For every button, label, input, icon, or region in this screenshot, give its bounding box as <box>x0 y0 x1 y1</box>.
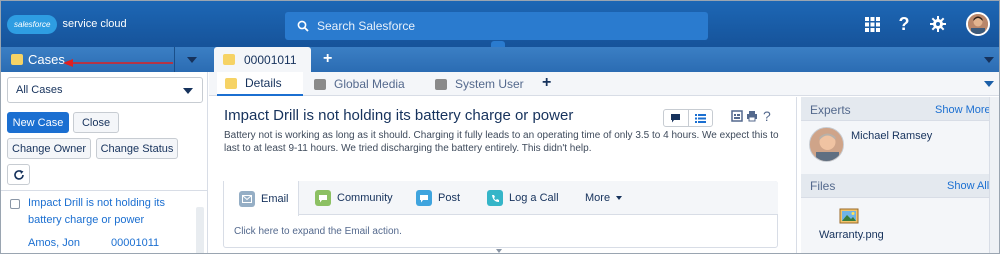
publisher-tab-label: Community <box>337 192 393 204</box>
case-number[interactable]: 00001011 <box>111 237 159 249</box>
publisher-tab-community[interactable]: Community <box>315 181 393 215</box>
subtab-label: System User <box>455 77 524 91</box>
chevron-down-icon <box>983 56 994 63</box>
cases-folder-icon <box>11 54 23 65</box>
publisher-tab-post[interactable]: Post <box>416 181 460 215</box>
expert-avatar[interactable] <box>809 127 844 162</box>
chat-bubble-icon <box>671 114 681 123</box>
case-owner[interactable]: Amos, Jon <box>28 237 80 249</box>
global-header: salesforce service cloud Search Salesfor… <box>1 1 999 47</box>
publisher-tab-label: Log a Call <box>509 192 559 204</box>
print-icon[interactable] <box>746 110 758 125</box>
resize-handle-icon[interactable] <box>496 249 502 253</box>
list-view-value: All Cases <box>16 84 63 96</box>
feed-view-button[interactable] <box>664 110 689 126</box>
experts-show-more-link[interactable]: Show More <box>935 104 991 116</box>
refresh-button[interactable] <box>7 164 30 185</box>
apps-grid-icon[interactable] <box>862 14 882 34</box>
list-scrollbar[interactable] <box>196 207 204 253</box>
help-icon[interactable]: ? <box>763 108 771 124</box>
search-icon <box>297 20 309 32</box>
chevron-down-icon <box>186 56 197 63</box>
post-icon <box>416 190 432 206</box>
subtab-label: Global Media <box>334 77 405 91</box>
publisher-expand-hint[interactable]: Click here to expand the Email action. <box>234 226 402 237</box>
subtab-label: Details <box>245 76 282 90</box>
case-title: Impact Drill is not holding its battery … <box>224 107 574 124</box>
publisher-tab-log-a-call[interactable]: Log a Call <box>487 181 559 215</box>
salesforce-logo[interactable]: salesforce service cloud <box>7 13 127 35</box>
layout-icon[interactable] <box>731 110 743 125</box>
refresh-icon <box>13 169 24 180</box>
phone-icon <box>487 190 503 206</box>
chevron-down-icon <box>983 81 994 87</box>
add-tab-plus-icon[interactable]: + <box>323 50 332 68</box>
email-icon <box>239 190 255 207</box>
close-button[interactable]: Close <box>73 112 119 133</box>
settings-gear-icon[interactable] <box>928 14 948 34</box>
tab-case-00001011[interactable]: 00001011 <box>214 47 311 72</box>
logo-text: service cloud <box>62 18 127 30</box>
image-file-icon[interactable] <box>838 207 860 228</box>
list-icon <box>694 113 706 123</box>
list-divider <box>1 190 208 191</box>
list-view-select[interactable]: All Cases <box>7 77 203 103</box>
logo-cloud: salesforce <box>7 14 58 34</box>
help-icon[interactable]: ? <box>894 14 914 34</box>
view-toggle-group <box>663 109 713 127</box>
detail-view-button[interactable] <box>689 110 713 126</box>
chevron-down-icon <box>183 88 193 94</box>
subtab-details[interactable]: Details <box>217 72 303 96</box>
experts-title: Experts <box>810 103 851 117</box>
publisher-tab-email[interactable]: Email <box>223 181 299 216</box>
case-list-title: Cases <box>28 52 65 67</box>
subtab-global-media[interactable]: Global Media <box>314 72 405 96</box>
tab-overflow-button[interactable] <box>978 47 999 72</box>
files-show-all-link[interactable]: Show All <box>947 180 989 192</box>
publisher-tab-label: More <box>585 192 611 204</box>
tab-label: 00001011 <box>244 52 297 67</box>
publisher-tab-label: Post <box>438 192 461 204</box>
community-icon <box>315 190 331 206</box>
user-icon <box>435 78 447 90</box>
chevron-down-icon <box>616 196 623 200</box>
media-icon <box>314 78 326 90</box>
global-search-input[interactable]: Search Salesforce <box>285 12 708 40</box>
red-arrow-annotation-icon <box>63 59 173 67</box>
case-list-header: Cases <box>1 47 208 72</box>
case-list-menu-button[interactable] <box>174 47 208 72</box>
right-scrollbar[interactable] <box>989 97 999 253</box>
case-subject-link[interactable]: Impact Drill is not holding its battery … <box>28 195 200 229</box>
user-avatar[interactable] <box>966 12 990 36</box>
case-tab-icon <box>223 54 235 65</box>
files-title: Files <box>810 179 836 193</box>
change-status-button[interactable]: Change Status <box>96 138 178 159</box>
row-checkbox[interactable] <box>10 199 20 209</box>
new-case-button[interactable]: New Case <box>7 112 69 133</box>
change-owner-button[interactable]: Change Owner <box>7 138 91 159</box>
add-subtab-plus-icon[interactable]: + <box>542 74 551 92</box>
subtab-overflow-button[interactable] <box>978 72 999 96</box>
details-folder-icon <box>225 77 237 89</box>
search-placeholder: Search Salesforce <box>317 19 416 33</box>
file-name[interactable]: Warranty.png <box>819 229 884 241</box>
case-description: Battery not is working as long as it sho… <box>224 130 779 154</box>
publisher-tab-label: Email <box>261 192 289 205</box>
app-window: salesforce service cloud Search Salesfor… <box>0 0 1000 254</box>
expert-name[interactable]: Michael Ramsey <box>851 130 932 142</box>
subtab-system-user[interactable]: System User <box>435 72 524 96</box>
publisher-tab-more[interactable]: More <box>585 181 623 215</box>
